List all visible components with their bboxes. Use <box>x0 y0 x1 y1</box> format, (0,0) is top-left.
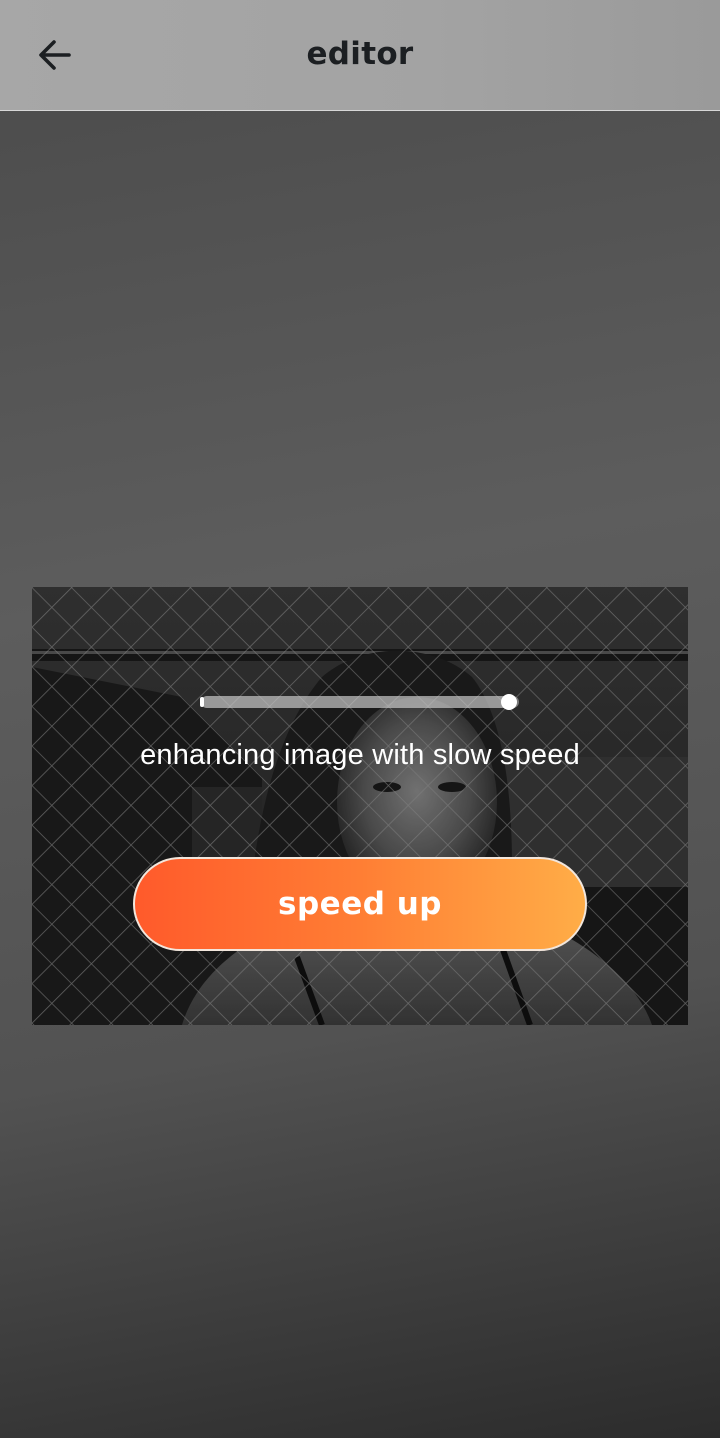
speed-up-button[interactable]: speed up <box>133 857 587 951</box>
enhance-progress-bar <box>200 694 519 710</box>
progress-start-cap <box>200 697 204 707</box>
top-app-bar: editor <box>0 0 720 111</box>
speed-up-label: speed up <box>278 886 442 922</box>
enhance-status-text: enhancing image with slow speed <box>140 739 580 771</box>
photo-preview <box>32 587 688 1025</box>
page-title: editor <box>306 36 414 72</box>
photo-image <box>32 587 688 1025</box>
progress-fill <box>201 696 510 708</box>
progress-knob <box>501 694 518 710</box>
